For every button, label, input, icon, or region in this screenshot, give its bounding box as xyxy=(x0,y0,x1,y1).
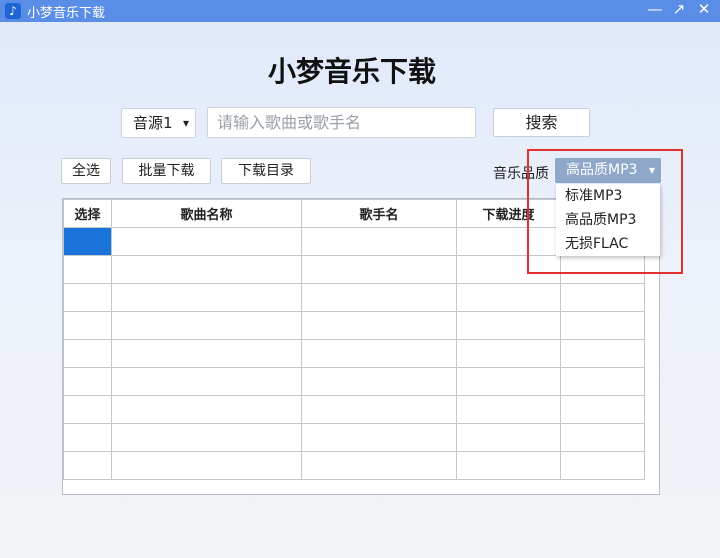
table-cell[interactable] xyxy=(111,339,302,368)
row-select-cell[interactable] xyxy=(63,367,112,396)
table-cell[interactable] xyxy=(560,367,645,396)
table-cell[interactable] xyxy=(560,283,645,312)
table-row[interactable] xyxy=(63,451,645,480)
chevron-down-icon: ▾ xyxy=(182,116,189,130)
maximize-button[interactable]: ↗ xyxy=(667,0,691,22)
table-cell[interactable] xyxy=(111,255,302,284)
table-cell[interactable] xyxy=(301,395,457,424)
table-cell[interactable] xyxy=(456,423,561,452)
row-select-cell[interactable] xyxy=(63,423,112,452)
table-cell[interactable] xyxy=(456,311,561,340)
table-cell[interactable] xyxy=(111,227,302,256)
table-cell[interactable] xyxy=(111,283,302,312)
table-cell[interactable] xyxy=(111,367,302,396)
table-cell[interactable] xyxy=(560,339,645,368)
search-input[interactable]: 请输入歌曲或歌手名 xyxy=(207,107,476,138)
table-cell[interactable] xyxy=(456,367,561,396)
table-cell[interactable] xyxy=(456,283,561,312)
table-cell[interactable] xyxy=(560,423,645,452)
batch-download-button[interactable]: 批量下载 xyxy=(122,158,211,184)
table-row[interactable] xyxy=(63,283,645,312)
table-cell[interactable] xyxy=(111,451,302,480)
table-cell[interactable] xyxy=(301,423,457,452)
table-cell[interactable] xyxy=(301,311,457,340)
row-select-cell[interactable] xyxy=(63,283,112,312)
table-row[interactable] xyxy=(63,339,645,368)
music-note-icon: ♪ xyxy=(5,3,21,19)
col-header-artist[interactable]: 歌手名 xyxy=(301,199,457,228)
table-cell[interactable] xyxy=(456,395,561,424)
table-cell[interactable] xyxy=(301,255,457,284)
table-cell[interactable] xyxy=(301,451,457,480)
table-cell[interactable] xyxy=(111,311,302,340)
table-cell[interactable] xyxy=(111,423,302,452)
table-row[interactable] xyxy=(63,423,645,452)
table-cell[interactable] xyxy=(301,367,457,396)
page-title: 小梦音乐下载 xyxy=(267,55,436,88)
highlight-annotation xyxy=(527,149,683,274)
row-select-cell[interactable] xyxy=(63,451,112,480)
window-title: 小梦音乐下载 xyxy=(27,5,106,21)
title-bar: ♪ 小梦音乐下载 — ↗ ✕ xyxy=(0,0,720,22)
row-select-cell[interactable] xyxy=(63,227,112,256)
close-button[interactable]: ✕ xyxy=(692,0,716,22)
source-select-value: 音源1 xyxy=(133,114,173,132)
row-select-cell[interactable] xyxy=(63,255,112,284)
row-select-cell[interactable] xyxy=(63,339,112,368)
table-cell[interactable] xyxy=(301,339,457,368)
search-button[interactable]: 搜索 xyxy=(493,108,590,137)
table-row[interactable] xyxy=(63,395,645,424)
select-all-button[interactable]: 全选 xyxy=(61,158,111,184)
download-dir-button[interactable]: 下载目录 xyxy=(221,158,311,184)
table-cell[interactable] xyxy=(301,283,457,312)
table-row[interactable] xyxy=(63,367,645,396)
table-cell[interactable] xyxy=(456,339,561,368)
table-cell[interactable] xyxy=(111,395,302,424)
table-cell[interactable] xyxy=(301,227,457,256)
col-header-select[interactable]: 选择 xyxy=(63,199,112,228)
row-select-cell[interactable] xyxy=(63,395,112,424)
row-select-cell[interactable] xyxy=(63,311,112,340)
source-select[interactable]: 音源1 ▾ xyxy=(121,108,196,138)
col-header-song-name[interactable]: 歌曲名称 xyxy=(111,199,302,228)
table-cell[interactable] xyxy=(560,395,645,424)
minimize-button[interactable]: — xyxy=(643,0,667,22)
table-row[interactable] xyxy=(63,311,645,340)
table-cell[interactable] xyxy=(560,451,645,480)
table-cell[interactable] xyxy=(560,311,645,340)
table-cell[interactable] xyxy=(456,451,561,480)
